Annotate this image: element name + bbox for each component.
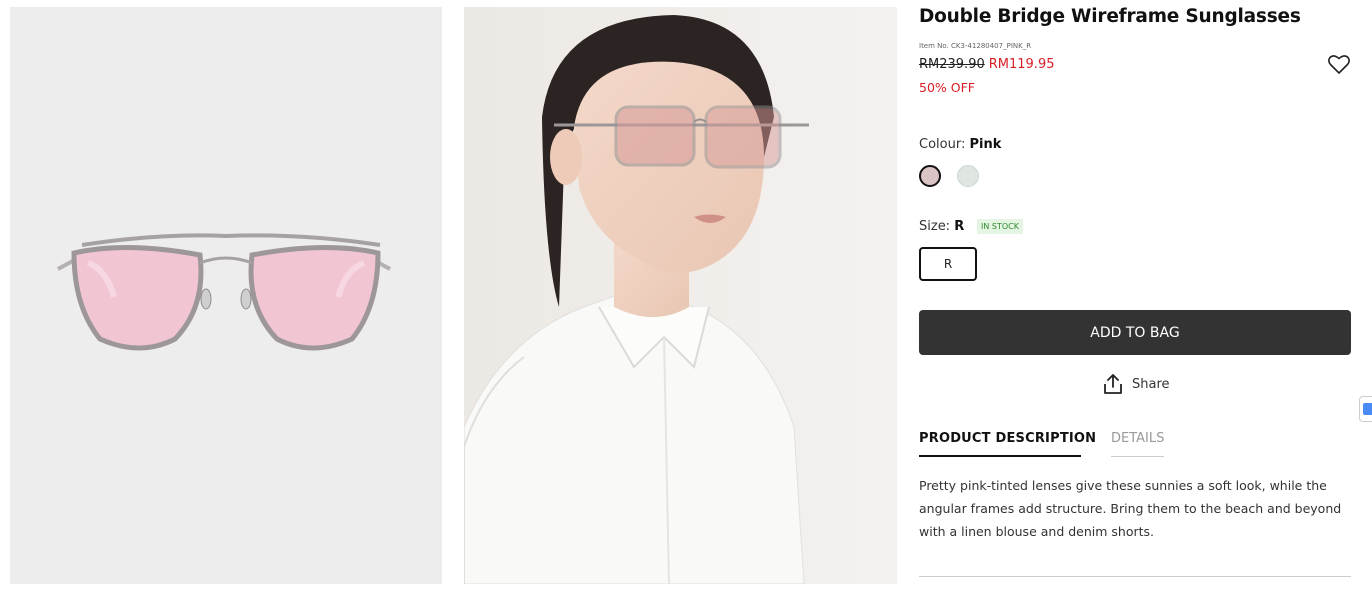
divider	[919, 576, 1351, 577]
item-number: Item No. CK3-41280407_PINK_R	[919, 42, 1032, 50]
discount-badge: 50% OFF	[919, 80, 975, 95]
share-button[interactable]: Share	[1102, 371, 1170, 397]
size-option-r[interactable]: R	[919, 247, 977, 281]
add-to-bag-button[interactable]: ADD TO BAG	[919, 310, 1351, 355]
heart-icon	[1328, 55, 1350, 74]
product-description: Pretty pink-tinted lenses give these sun…	[919, 478, 1342, 539]
product-image[interactable]	[10, 7, 442, 584]
swatch-green[interactable]	[957, 165, 979, 187]
colour-selected: Pink	[969, 137, 1002, 152]
share-label: Share	[1132, 376, 1170, 392]
share-icon	[1104, 374, 1122, 394]
colour-label-text: Colour:	[919, 137, 966, 152]
side-widget-tab[interactable]	[1359, 396, 1372, 422]
size-selected: R	[954, 219, 965, 234]
size-label-text: Size:	[919, 219, 951, 234]
product-info-panel: Double Bridge Wireframe Sunglasses Item …	[919, 0, 1351, 591]
price-block: RM239.90 RM119.95	[919, 57, 1055, 72]
sale-price: RM119.95	[988, 57, 1055, 72]
size-label: Size: R	[919, 219, 964, 234]
stock-badge: IN STOCK	[977, 219, 1023, 234]
product-title: Double Bridge Wireframe Sunglasses	[919, 6, 1301, 27]
original-price: RM239.90	[919, 57, 985, 72]
tab-product-description[interactable]: PRODUCT DESCRIPTION	[919, 431, 1096, 446]
tab-divider	[1111, 456, 1164, 457]
active-tab-indicator	[919, 455, 1081, 457]
sunglasses-illustration	[57, 233, 391, 351]
model-image[interactable]	[464, 7, 897, 584]
widget-icon	[1363, 403, 1372, 415]
model-illustration	[464, 7, 897, 584]
colour-label: Colour: Pink	[919, 137, 1001, 152]
tab-details[interactable]: DETAILS	[1111, 431, 1164, 446]
wishlist-button[interactable]	[1327, 52, 1351, 76]
swatch-pink[interactable]	[919, 165, 941, 187]
